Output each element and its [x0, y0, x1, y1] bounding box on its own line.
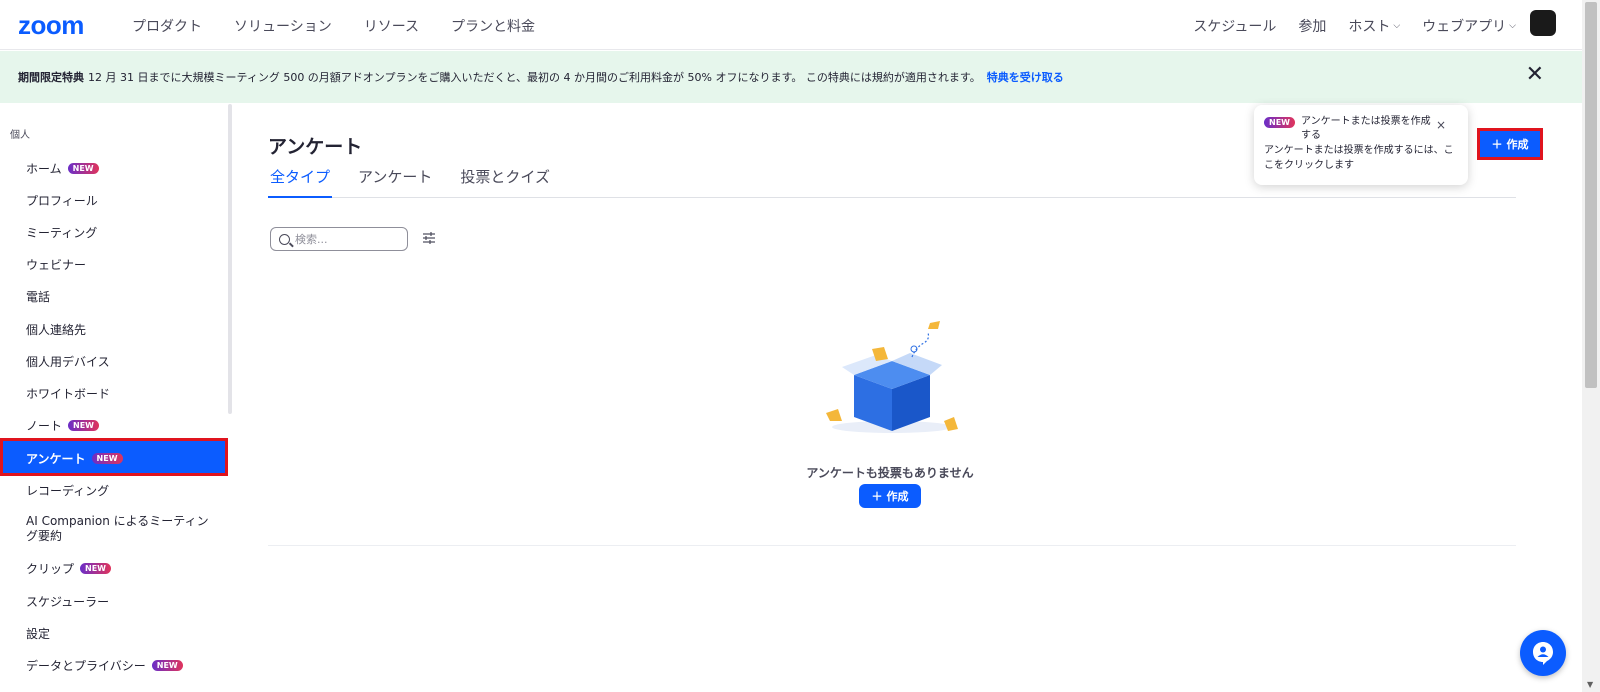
page-scrollbar[interactable]: ▼	[1582, 0, 1600, 692]
top-nav: zoom プロダクト ソリューション リソース プランと料金 スケジュール 参加…	[0, 0, 1582, 50]
nav-schedule-label: スケジュール	[1193, 19, 1277, 35]
empty-state-text: アンケートも投票もありません	[806, 466, 974, 480]
sidebar-item-label: レコーディング	[26, 484, 110, 498]
sidebar-item-phone[interactable]: 電話	[26, 288, 50, 305]
chat-icon	[1533, 642, 1553, 665]
sidebar-item-label: 電話	[26, 290, 51, 304]
sidebar-item-devices[interactable]: 個人用デバイス	[26, 353, 110, 370]
nav-host[interactable]: ホスト ⌵	[1348, 16, 1400, 36]
nav-schedule[interactable]: スケジュール	[1193, 16, 1276, 36]
tab-polls-quizzes[interactable]: 投票とクイズ	[458, 166, 552, 198]
main-content: アンケート 全タイプ アンケート 投票とクイズ 検索... アンケートも投票もあ…	[268, 104, 1518, 692]
sidebar-item-label: ウェビナー	[26, 258, 87, 272]
filter-icon[interactable]	[422, 231, 436, 245]
empty-box-illustration	[826, 321, 958, 433]
sidebar-item-label: 個人連絡先	[26, 323, 87, 337]
sidebar-item-label: プロフィール	[26, 194, 98, 208]
chevron-down-icon: ⌵	[1393, 21, 1401, 31]
avatar[interactable]	[1530, 10, 1556, 36]
sidebar-item-label: AI Companion によるミーティング要約	[26, 514, 209, 543]
chat-support-button[interactable]	[1520, 630, 1566, 676]
sidebar-item-clips[interactable]: クリップ NEW	[26, 560, 111, 577]
nav-resources[interactable]: リソース	[364, 16, 419, 36]
nav-join-label: 参加	[1298, 19, 1327, 35]
close-icon[interactable]: ×	[1436, 118, 1446, 132]
tooltip-title: アンケートまたは投票を作成する	[1300, 116, 1431, 141]
tooltip-body: アンケートまたは投票を作成するには、ここをクリックします	[1264, 145, 1454, 171]
new-badge: NEW	[91, 453, 123, 464]
sidebar-item-notes[interactable]: ノート NEW	[26, 417, 99, 434]
sidebar-item-ai-companion[interactable]: AI Companion によるミーティング要約	[26, 514, 216, 544]
divider	[268, 545, 1516, 546]
scrollbar-thumb[interactable]	[1585, 2, 1597, 388]
sidebar-scrollbar[interactable]	[228, 104, 232, 414]
sidebar-item-label: ホワイトボード	[26, 387, 111, 401]
nav-webapp[interactable]: ウェブアプリ ⌵	[1422, 16, 1516, 36]
new-badge: NEW	[80, 563, 111, 574]
sidebar-item-label: クリップ	[26, 562, 75, 576]
nav-join[interactable]: 参加	[1298, 16, 1326, 36]
sidebar-item-settings[interactable]: 設定	[26, 625, 50, 642]
scroll-down-arrow-icon[interactable]: ▼	[1587, 680, 1593, 689]
plus-icon: ＋	[1491, 138, 1503, 151]
create-label: 作成	[1506, 138, 1529, 151]
sidebar-item-label: ミーティング	[26, 226, 98, 240]
nav-pricing[interactable]: プランと料金	[451, 16, 535, 36]
promo-banner: 期間限定特典 12 月 31 日までに大規模ミーティング 500 の月額アドオン…	[0, 51, 1582, 103]
page-title: アンケート	[268, 136, 363, 158]
nav-webapp-label: ウェブアプリ	[1422, 19, 1507, 35]
banner-link[interactable]: 特典を受け取る	[987, 69, 1064, 85]
nav-host-label: ホスト	[1348, 19, 1391, 35]
close-icon[interactable]: ✕	[1526, 64, 1544, 86]
sidebar-item-contacts[interactable]: 個人連絡先	[26, 321, 86, 338]
new-badge: NEW	[68, 420, 99, 431]
zoom-logo[interactable]: zoom	[18, 10, 84, 41]
sidebar-item-label: アンケート	[26, 452, 86, 466]
sidebar-item-meetings[interactable]: ミーティング	[26, 224, 97, 241]
sidebar: 個人 ホーム NEW プロフィール ミーティング ウェビナー 電話 個人連絡先 …	[0, 104, 232, 692]
banner-text: 12 月 31 日までに大規模ミーティング 500 の月額アドオンプランをご購入…	[88, 71, 981, 84]
sidebar-item-label: 個人用デバイス	[26, 355, 110, 369]
search-placeholder: 検索...	[295, 233, 328, 246]
nav-products[interactable]: プロダクト	[132, 16, 202, 36]
sidebar-item-data-privacy[interactable]: データとプライバシー NEW	[26, 657, 183, 674]
search-icon	[279, 233, 290, 245]
tooltip-header: NEW アンケートまたは投票を作成する	[1264, 115, 1458, 143]
sidebar-item-recordings[interactable]: レコーディング	[26, 482, 109, 499]
nav-solutions[interactable]: ソリューション	[234, 16, 332, 36]
sidebar-item-label: ノート	[26, 419, 63, 433]
tab-all-types[interactable]: 全タイプ	[268, 166, 333, 198]
banner-bold: 期間限定特典	[18, 71, 84, 84]
nav-right: スケジュール 参加 ホスト ⌵ ウェブアプリ ⌵	[1193, 16, 1516, 36]
create-button[interactable]: ＋ 作成	[1477, 128, 1543, 160]
sidebar-item-scheduler[interactable]: スケジューラー	[26, 593, 109, 610]
create-button-empty-state[interactable]: ＋ 作成	[859, 484, 921, 508]
new-badge: NEW	[151, 660, 183, 671]
sidebar-item-surveys-row: アンケート NEW	[26, 450, 123, 467]
sidebar-item-profile[interactable]: プロフィール	[26, 192, 98, 209]
create-label: 作成	[886, 490, 909, 503]
new-badge: NEW	[67, 163, 99, 174]
create-tooltip: NEW アンケートまたは投票を作成する × アンケートまたは投票を作成するには、…	[1254, 105, 1468, 185]
nav-left: プロダクト ソリューション リソース プランと料金	[132, 16, 535, 36]
sidebar-item-webinars[interactable]: ウェビナー	[26, 256, 86, 273]
plus-icon: ＋	[871, 490, 883, 503]
sidebar-item-label: スケジューラー	[26, 595, 110, 609]
sidebar-item-label: ホーム	[26, 162, 62, 176]
chevron-down-icon: ⌵	[1509, 21, 1516, 31]
sidebar-item-label: データとプライバシー	[26, 659, 146, 673]
search-input[interactable]: 検索...	[270, 227, 408, 251]
sidebar-item-home[interactable]: ホーム NEW	[26, 160, 99, 177]
tab-surveys[interactable]: アンケート	[356, 166, 434, 198]
sidebar-item-whiteboards[interactable]: ホワイトボード	[26, 385, 110, 402]
sidebar-item-surveys[interactable]: アンケート NEW	[0, 438, 228, 476]
sidebar-item-label: 設定	[26, 627, 51, 641]
sidebar-section-label: 個人	[10, 130, 30, 141]
new-badge: NEW	[1264, 117, 1295, 128]
